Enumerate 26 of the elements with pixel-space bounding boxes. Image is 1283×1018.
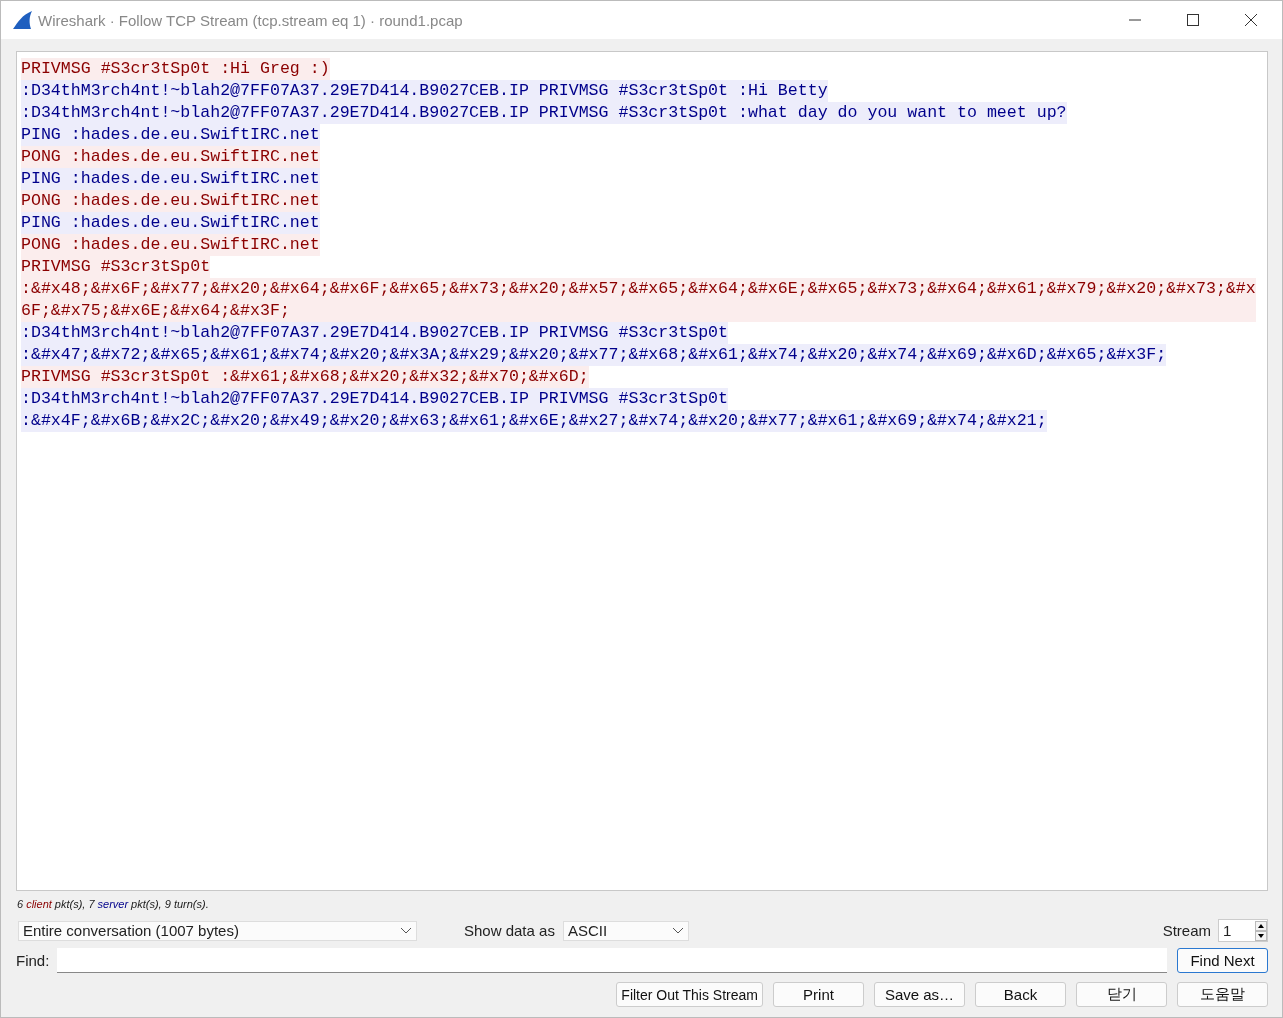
chevron-icon bbox=[671, 926, 684, 935]
window-title: Wireshark · Follow TCP Stream (tcp.stream eq 1) · round1.pcap bbox=[38, 11, 463, 29]
summary-text: pkt(s), 9 turn(s). bbox=[131, 898, 209, 910]
show-data-dropdown[interactable]: ASCII bbox=[562, 920, 689, 941]
maximize-icon[interactable] bbox=[1186, 13, 1200, 27]
shark-fin-icon bbox=[12, 10, 34, 30]
stream-spinbox[interactable]: 1 bbox=[1218, 919, 1268, 942]
dialog-button[interactable]: Back bbox=[975, 982, 1066, 1007]
dialog-button[interactable]: Save as… bbox=[874, 982, 965, 1007]
find-field[interactable] bbox=[57, 948, 1167, 973]
spin-arrows-icon bbox=[1255, 920, 1267, 941]
find-label: Find: bbox=[16, 952, 50, 969]
summary-text: client bbox=[26, 898, 52, 910]
summary-text: pkt(s), 7 bbox=[54, 898, 95, 910]
chevron-icon bbox=[400, 926, 412, 935]
conversation-dropdown[interactable]: Entire conversation (1007 bytes) bbox=[18, 920, 417, 941]
summary-text: server bbox=[97, 898, 129, 910]
dialog-button[interactable]: 도움말 bbox=[1177, 982, 1268, 1007]
dialog-button[interactable]: Filter Out This Stream bbox=[616, 982, 763, 1007]
show-data-label: Show data as bbox=[464, 922, 555, 939]
summary-text: 6 bbox=[17, 898, 24, 910]
stream-label: Stream bbox=[1162, 922, 1211, 939]
close-icon[interactable] bbox=[1244, 13, 1258, 27]
find-next-button[interactable]: Find Next bbox=[1177, 948, 1268, 973]
dialog-button[interactable]: Print bbox=[773, 982, 864, 1007]
dialog-button[interactable]: 닫기 bbox=[1076, 982, 1167, 1007]
